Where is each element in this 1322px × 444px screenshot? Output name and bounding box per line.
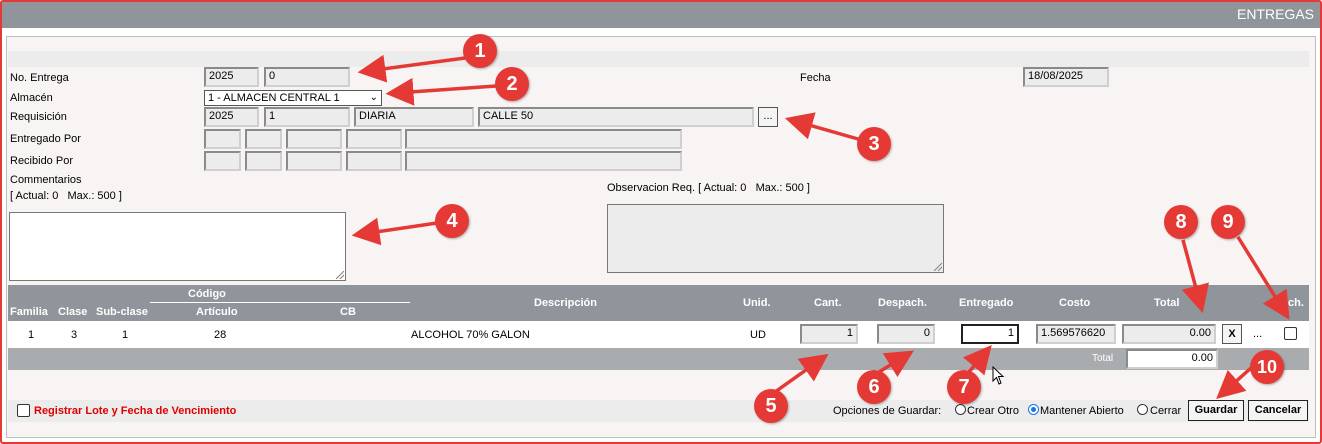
annotation-badge-4: 4 [435, 204, 469, 238]
annotation-arrows [351, 54, 1290, 399]
annotation-badge-7: 7 [947, 370, 981, 404]
arrow-10 [1216, 366, 1253, 399]
arrow-8 [1181, 239, 1209, 314]
arrow-9 [1236, 236, 1290, 320]
annotation-badge-10: 10 [1250, 350, 1284, 384]
arrow-4 [351, 217, 438, 246]
arrow-3 [784, 112, 859, 141]
annotation-badge-9: 9 [1211, 205, 1245, 239]
annotation-badge-1: 1 [463, 34, 497, 68]
annotation-badge-3: 3 [857, 127, 891, 161]
annotation-badge-2: 2 [495, 67, 529, 101]
arrow-6 [878, 350, 914, 378]
arrow-1 [357, 54, 466, 83]
annotation-badge-6: 6 [857, 370, 891, 404]
arrow-5 [773, 353, 829, 394]
annotation-badge-8: 8 [1164, 205, 1198, 239]
annotation-badge-5: 5 [754, 389, 788, 423]
arrow-2 [385, 77, 497, 106]
